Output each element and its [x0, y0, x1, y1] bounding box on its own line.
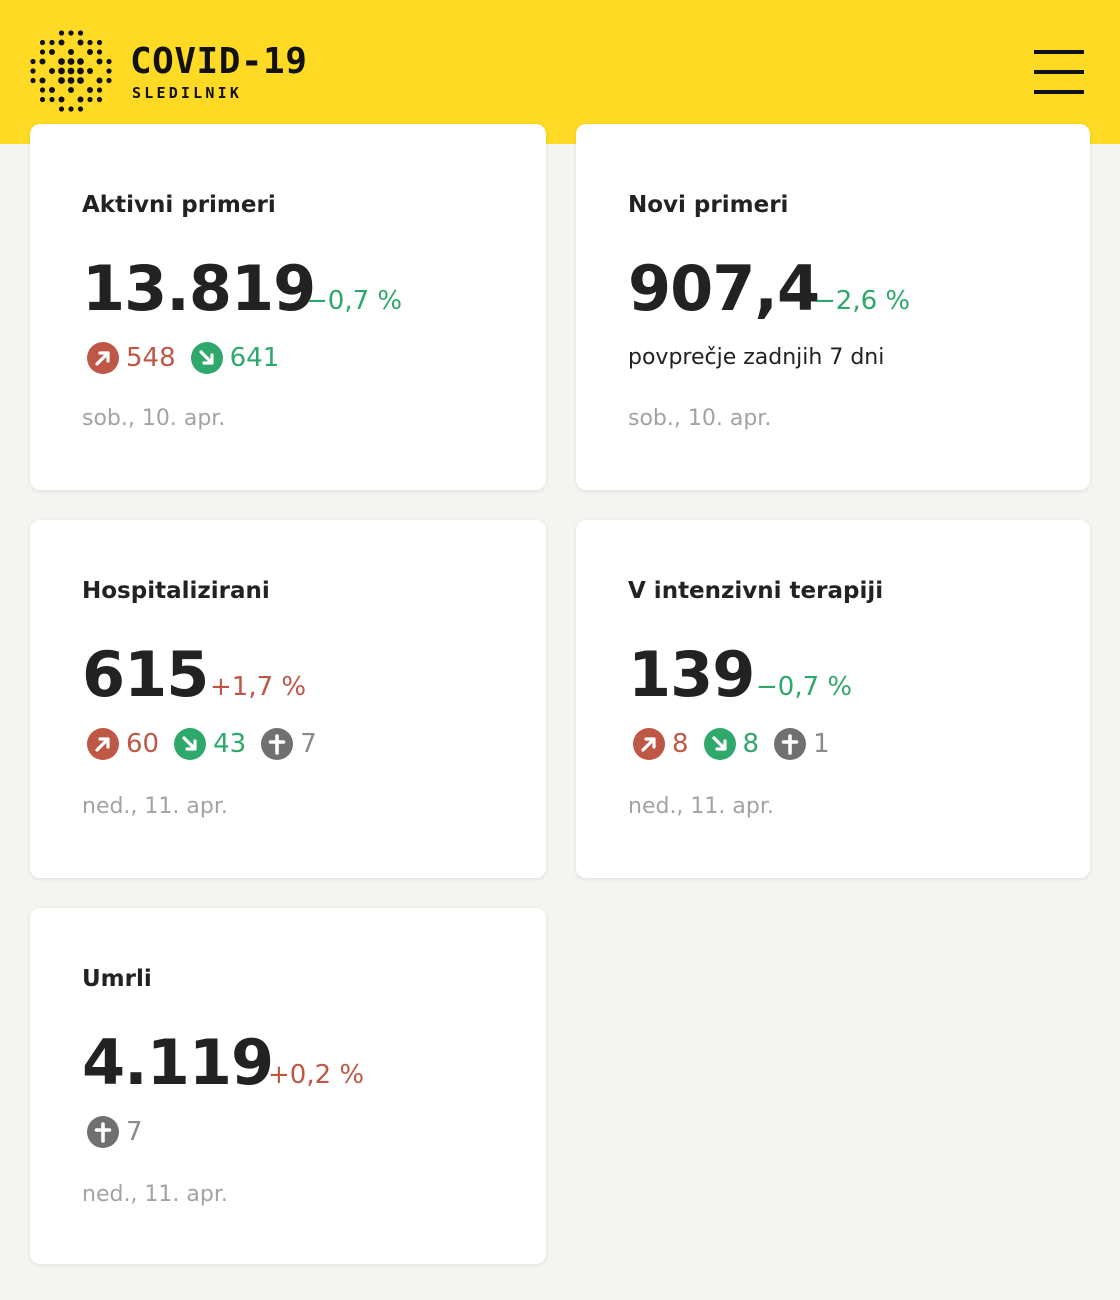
- delta-row: 8 8 1: [632, 727, 844, 761]
- icu-card[interactable]: V intenzivni terapiji 139 −0,7 % 8 8 1 n…: [576, 520, 1090, 878]
- percent-change: −0,7 %: [306, 286, 403, 316]
- increase-count: 548: [126, 343, 176, 373]
- deceased-count: 7: [300, 729, 317, 759]
- top-header: COVID-19 SLEDILNIK: [0, 0, 1120, 144]
- cross-icon: [774, 728, 807, 760]
- card-date: sob., 10. apr.: [628, 406, 772, 431]
- card-date: ned., 11. apr.: [82, 1182, 228, 1207]
- cross-icon: [87, 1116, 119, 1148]
- card-value: 4.119: [82, 1026, 274, 1099]
- decrease-badge: 43: [173, 727, 246, 761]
- deceased-badge: 7: [260, 727, 317, 761]
- deceased-badge: 7: [86, 1115, 143, 1149]
- card-value: 615: [82, 638, 209, 711]
- brand-title[interactable]: COVID-19: [130, 42, 307, 82]
- card-date: sob., 10. apr.: [82, 406, 226, 431]
- dot-grid-logo-icon[interactable]: [30, 30, 112, 112]
- arrow-down-right-icon: [703, 728, 736, 760]
- percent-change: −2,6 %: [814, 286, 911, 316]
- brand-subtitle[interactable]: SLEDILNIK: [132, 84, 242, 102]
- percent-change: +0,2 %: [268, 1060, 365, 1090]
- hamburger-menu-icon[interactable]: [1034, 50, 1084, 94]
- deceased-count: 7: [126, 1117, 143, 1147]
- arrow-down-right-icon: [190, 342, 223, 374]
- increase-badge: 8: [632, 727, 689, 761]
- card-title: Aktivni primeri: [82, 192, 276, 218]
- decrease-count: 8: [742, 729, 760, 759]
- decrease-badge: 641: [190, 341, 280, 375]
- card-title: Umrli: [82, 966, 152, 992]
- arrow-down-right-icon: [174, 728, 207, 760]
- deceased-badge: 1: [773, 727, 830, 761]
- card-date: ned., 11. apr.: [628, 794, 774, 819]
- decrease-count: 43: [213, 729, 247, 759]
- hospitalized-card[interactable]: Hospitalizirani 615 +1,7 % 60 43 7 ned.,…: [30, 520, 546, 878]
- arrow-up-right-icon: [633, 728, 665, 760]
- card-value: 907,4: [628, 252, 820, 325]
- card-value: 139: [628, 638, 755, 711]
- delta-row: 60 43 7: [86, 727, 331, 761]
- card-subtitle: povprečje zadnjih 7 dni: [628, 345, 885, 370]
- card-title: Novi primeri: [628, 192, 789, 218]
- percent-change: −0,7 %: [756, 672, 853, 702]
- decrease-badge: 8: [703, 727, 760, 761]
- active-cases-card[interactable]: Aktivni primeri 13.819 −0,7 % 548 641 so…: [30, 124, 546, 490]
- arrow-up-right-icon: [87, 342, 119, 374]
- delta-row: 548 641: [86, 341, 293, 375]
- card-value: 13.819: [82, 252, 316, 325]
- card-date: ned., 11. apr.: [82, 794, 228, 819]
- increase-badge: 60: [86, 727, 159, 761]
- cross-icon: [261, 728, 294, 760]
- increase-badge: 548: [86, 341, 176, 375]
- deaths-card[interactable]: Umrli 4.119 +0,2 % 7 ned., 11. apr.: [30, 908, 546, 1264]
- percent-change: +1,7 %: [210, 672, 307, 702]
- arrow-up-right-icon: [87, 728, 119, 760]
- increase-count: 8: [672, 729, 689, 759]
- card-title: Hospitalizirani: [82, 578, 270, 604]
- deceased-count: 1: [813, 729, 830, 759]
- new-cases-card[interactable]: Novi primeri 907,4 −2,6 % povprečje zadn…: [576, 124, 1090, 490]
- decrease-count: 641: [229, 343, 280, 373]
- delta-row: 7: [86, 1115, 157, 1149]
- card-title: V intenzivni terapiji: [628, 578, 884, 604]
- increase-count: 60: [126, 729, 160, 759]
